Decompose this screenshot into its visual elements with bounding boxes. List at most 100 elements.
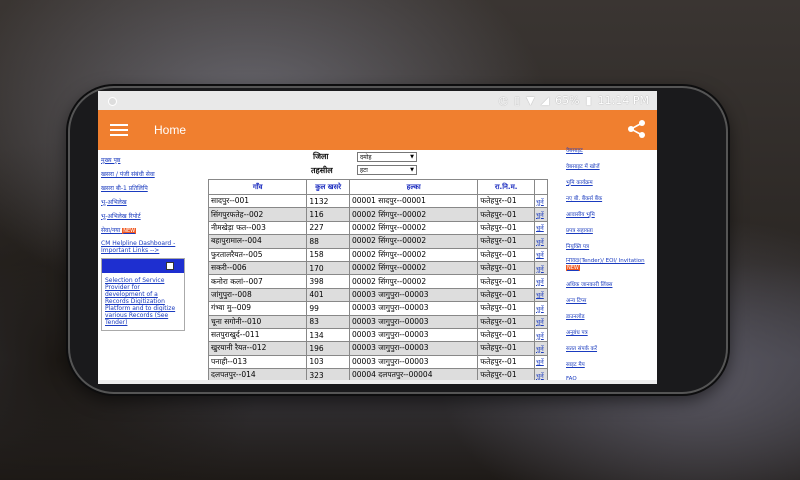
horizontal-scrollbar[interactable]: [98, 380, 657, 384]
table-row: गंभ्वा मु--009 99 00003 जागुपुरा--00003 फते…: [207, 301, 548, 316]
right-link[interactable]: सतत संपर्क करें: [566, 344, 654, 352]
select-link[interactable]: चुनें: [534, 314, 548, 329]
select-link[interactable]: चुनें: [534, 247, 548, 262]
status-bar: ◷ ▯ ▼ ◢ 65% ▮ 11:14 PM: [98, 91, 657, 110]
table-cell: 00003 जागुपुरा--00003: [349, 301, 479, 316]
table-cell: फतेहपुर--01: [477, 301, 536, 316]
app-bar: Home: [98, 110, 657, 150]
table-header-row: गाँव कुल खसरे हल्का रा.नि.म.: [207, 179, 548, 195]
menu-icon[interactable]: [110, 121, 128, 139]
right-link[interactable]: अधिक जानकारी लिंक्स: [566, 280, 654, 288]
right-link[interactable]: अन्य टिप्स: [566, 296, 654, 304]
right-link[interactable]: वेबसाइट: [566, 146, 654, 154]
notification-dot-icon: [108, 97, 117, 106]
table-cell: फतेहपुर--01: [477, 207, 536, 222]
select-link[interactable]: चुनें: [534, 274, 548, 289]
table-cell: फतेहपुर--01: [477, 247, 536, 262]
signal-icon: ◢: [540, 94, 550, 107]
notice-toggle-icon[interactable]: [166, 262, 174, 270]
right-link[interactable]: डाउनलोड: [566, 312, 654, 320]
select-link[interactable]: चुनें: [534, 220, 548, 236]
notice-header: [102, 259, 184, 273]
table-cell: 00002 सिंगपुर--00002: [349, 207, 479, 222]
table-row: कनोरा कलां--007 398 00002 सिंगपुर--00002 फत…: [207, 274, 548, 289]
table-cell: 99: [306, 301, 351, 316]
phone-screen: ◷ ▯ ▼ ◢ 65% ▮ 11:14 PM Home मुख्य पृष्ठ …: [98, 91, 657, 384]
table-cell: फतेहपुर--01: [477, 327, 536, 343]
left-link[interactable]: खसरा बी-1 प्रतिलिपि: [101, 184, 189, 192]
app-title: Home: [154, 123, 187, 137]
share-icon[interactable]: [627, 119, 647, 139]
table-cell: गंभ्वा मु--009: [207, 301, 308, 316]
table-row: सादपुर--001 1132 00001 सादपुर--00001 फतेहपु…: [207, 193, 548, 209]
table-row: सकरी--006 170 00002 सिंगपुर--00002 फतेहपुर-…: [207, 260, 548, 276]
right-link[interactable]: भूमि कार्यक्रम: [566, 178, 654, 186]
table-cell: खुरयानी रैयत--012: [207, 341, 308, 356]
select-link[interactable]: चुनें: [534, 260, 548, 276]
chevron-down-icon: ▼: [410, 167, 414, 173]
right-link[interactable]: अनुबंध पत्र: [566, 328, 654, 336]
battery-percent: 65%: [555, 94, 580, 107]
left-link[interactable]: मुख्य पृष्ठ: [101, 156, 189, 164]
left-link[interactable]: भू-अभिलेख: [101, 198, 189, 206]
right-link[interactable]: वेबसाइट में खोजें: [566, 162, 654, 170]
right-link[interactable]: प्रपत्र सहायता: [566, 226, 654, 234]
left-link[interactable]: खसरा / पंजी संबंधी सेवा: [101, 170, 189, 178]
select-link[interactable]: चुनें: [534, 287, 548, 303]
table-cell: फतेहपुर--01: [477, 287, 536, 303]
right-link[interactable]: साइट मैप: [566, 360, 654, 368]
table-row: फुरतालरैयत--005 158 00002 सिंगपुर--00002 फत…: [207, 247, 548, 262]
right-link[interactable]: नियुक्ति पत्र: [566, 242, 654, 250]
table-cell: सिंगपुरफतेह--002: [207, 207, 308, 222]
table-cell: फतेहपुर--01: [477, 234, 536, 249]
cm-helpline-link[interactable]: CM Helpline Dashboard - Important Links …: [101, 240, 189, 254]
left-link[interactable]: भू-अभिलेख रिपोर्ट: [101, 212, 189, 220]
table-cell: फतेहपुर--01: [477, 260, 536, 276]
table-cell: 00003 जागुपुरा--00003: [349, 287, 479, 303]
web-content: मुख्य पृष्ठ खसरा / पंजी संबंधी सेवा खसरा…: [98, 148, 657, 384]
notice-link[interactable]: Selection of Service Provider for develo…: [102, 273, 184, 330]
select-link[interactable]: चुनें: [534, 341, 548, 356]
column-header[interactable]: गाँव: [207, 179, 308, 195]
tehsil-select[interactable]: हटा ▼: [357, 165, 417, 175]
table-row: खुरयानी रैयत--012 196 00003 जागुपुरा--0000…: [207, 341, 548, 356]
table-cell: 170: [306, 260, 351, 276]
column-header[interactable]: रा.नि.म.: [477, 179, 536, 195]
right-link[interactable]: आवासीय भूमि: [566, 210, 654, 218]
left-link[interactable]: सेवा/नया NEW: [101, 226, 189, 234]
select-link[interactable]: चुनें: [534, 354, 548, 370]
select-link[interactable]: चुनें: [534, 234, 548, 249]
select-link[interactable]: चुनें: [534, 327, 548, 343]
column-header[interactable]: कुल खसरे: [306, 179, 351, 195]
select-link[interactable]: चुनें: [534, 301, 548, 316]
table-cell: 00002 सिंगपुर--00002: [349, 274, 479, 289]
table-cell: 00002 सिंगपुर--00002: [349, 220, 479, 236]
district-label: जिला: [313, 152, 329, 161]
table-cell: फतेहपुर--01: [477, 220, 536, 236]
table-cell: 398: [306, 274, 351, 289]
new-badge: NEW: [122, 228, 137, 234]
table-cell: 227: [306, 220, 351, 236]
table-row: सिंगपुरफतेह--002 116 00002 सिंगपुर--00002 फ…: [207, 207, 548, 222]
district-select[interactable]: दमोह ▼: [357, 152, 417, 162]
table-cell: फुरतालरैयत--005: [207, 247, 308, 262]
table-cell: 00003 जागुपुरा--00003: [349, 327, 479, 343]
table-cell: 103: [306, 354, 351, 370]
table-cell: 116: [306, 207, 351, 222]
village-table: गाँव कुल खसरे हल्का रा.नि.म. सादपुर--001…: [207, 179, 548, 383]
table-cell: पनाही--013: [207, 354, 308, 370]
select-link[interactable]: चुनें: [534, 207, 548, 222]
column-header[interactable]: हल्का: [349, 179, 479, 195]
table-row: जांगुपुरा--008 401 00003 जागुपुरा--00003 फत…: [207, 287, 548, 303]
alarm-icon: ◷: [498, 94, 509, 107]
table-cell: सादपुर--001: [207, 193, 308, 209]
select-link[interactable]: चुनें: [534, 193, 548, 209]
right-link[interactable]: निविदा(Tender)/ EOI/ Invitation NEW: [566, 258, 654, 272]
right-link[interactable]: नए बी. बैंकर्स बैंक: [566, 194, 654, 202]
wifi-icon: ▼: [526, 94, 535, 107]
table-row: चूना सगोनी--010 83 00003 जागुपुरा--00003 फत…: [207, 314, 548, 329]
table-row: पनाही--013 103 00003 जागुपुरा--00003 फतेहपु…: [207, 354, 548, 370]
table-cell: 196: [306, 341, 351, 356]
table-cell: 00003 जागुपुरा--00003: [349, 341, 479, 356]
table-cell: 00002 सिंगपुर--00002: [349, 247, 479, 262]
